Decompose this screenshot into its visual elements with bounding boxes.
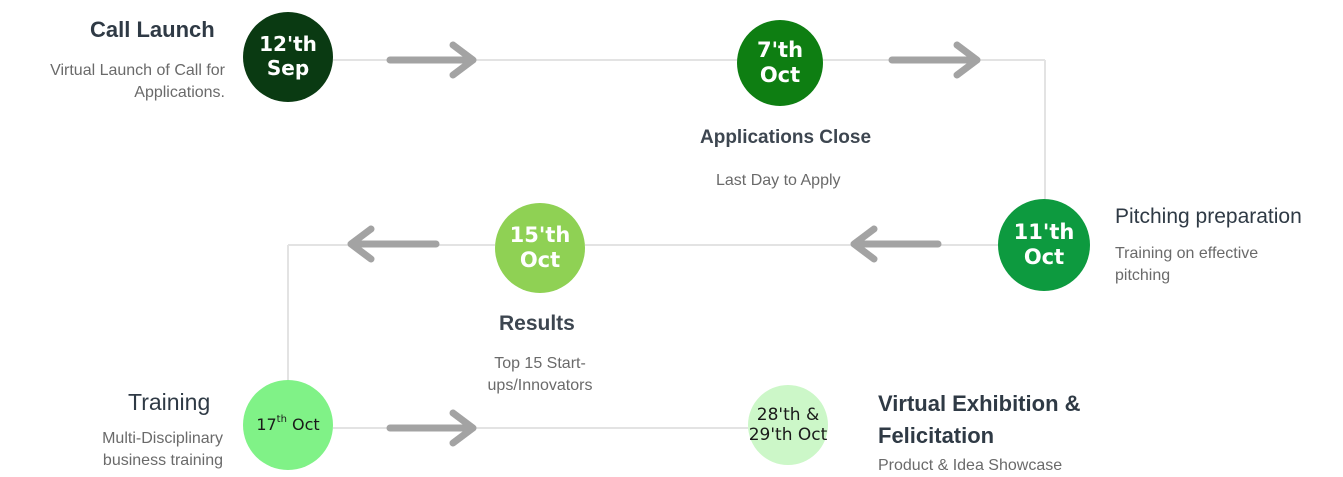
arrow-right-icon (888, 41, 981, 79)
step-title-pitching-preparation: Pitching preparation (1115, 205, 1302, 228)
node-date-day: 7'th (756, 38, 804, 63)
step-description-pitching-preparation: Training on effective pitching (1115, 243, 1258, 287)
step-description-call-launch: Virtual Launch of Call for Applications. (50, 60, 225, 104)
node-date-month: Oct (759, 63, 801, 87)
arrow-right-icon (386, 41, 477, 79)
node-date-month: Oct (286, 414, 320, 434)
description-line: Multi-Disciplinary (102, 430, 223, 447)
timeline-node-training: 17th Oct (243, 380, 333, 470)
step-description-training: Multi-Disciplinary business training (102, 428, 223, 472)
node-date-ordinal: th (276, 414, 287, 426)
node-date-day: 11'th (1013, 220, 1075, 245)
timeline-diagram: 12'th Sep 7'th Oct 11'th Oct 15'th Oct 1… (0, 0, 1343, 475)
node-date-month: Oct (519, 248, 561, 272)
description-line: Applications. (134, 84, 225, 101)
timeline-node-virtual-exhibition: 28'th & 29'th Oct (748, 385, 828, 465)
timeline-node-pitching-preparation: 11'th Oct (998, 199, 1090, 291)
step-title-virtual-exhibition: Virtual Exhibition & Felicitation (878, 388, 1081, 452)
timeline-node-call-launch: 12'th Sep (243, 12, 333, 102)
step-title-results: Results (499, 312, 575, 335)
arrow-left-icon (850, 225, 942, 263)
description-line: pitching (1115, 267, 1171, 284)
timeline-node-applications-close: 7'th Oct (737, 20, 823, 106)
node-date-month: Oct (1023, 245, 1065, 269)
node-date-day: 12'th (259, 32, 317, 57)
step-description-results: Top 15 Start-ups/Innovators (487, 355, 593, 394)
title-line: Virtual Exhibition & (878, 391, 1081, 416)
step-title-training: Training (128, 389, 211, 415)
description-line: business training (102, 452, 223, 469)
description-line: Virtual Launch of Call for (50, 62, 225, 79)
arrow-right-icon (386, 409, 477, 447)
node-date-end: 29'th Oct (748, 425, 828, 445)
title-line: Felicitation (878, 423, 995, 448)
step-description-applications-close: Last Day to Apply (716, 172, 841, 189)
step-description-virtual-exhibition: Product & Idea Showcase (878, 457, 1063, 474)
node-date-month: Sep (266, 56, 310, 80)
node-date-day: 15'th (509, 223, 571, 248)
description-line: Training on effective (1115, 245, 1259, 262)
node-date-start: 28'th & (756, 404, 820, 425)
step-title-applications-close: Applications Close (700, 127, 872, 148)
node-date: 17th Oct (256, 414, 320, 435)
arrow-left-icon (347, 225, 440, 263)
node-date-day: 17 (256, 414, 277, 434)
step-title-call-launch: Call Launch (90, 17, 215, 42)
timeline-node-results: 15'th Oct (495, 203, 585, 293)
